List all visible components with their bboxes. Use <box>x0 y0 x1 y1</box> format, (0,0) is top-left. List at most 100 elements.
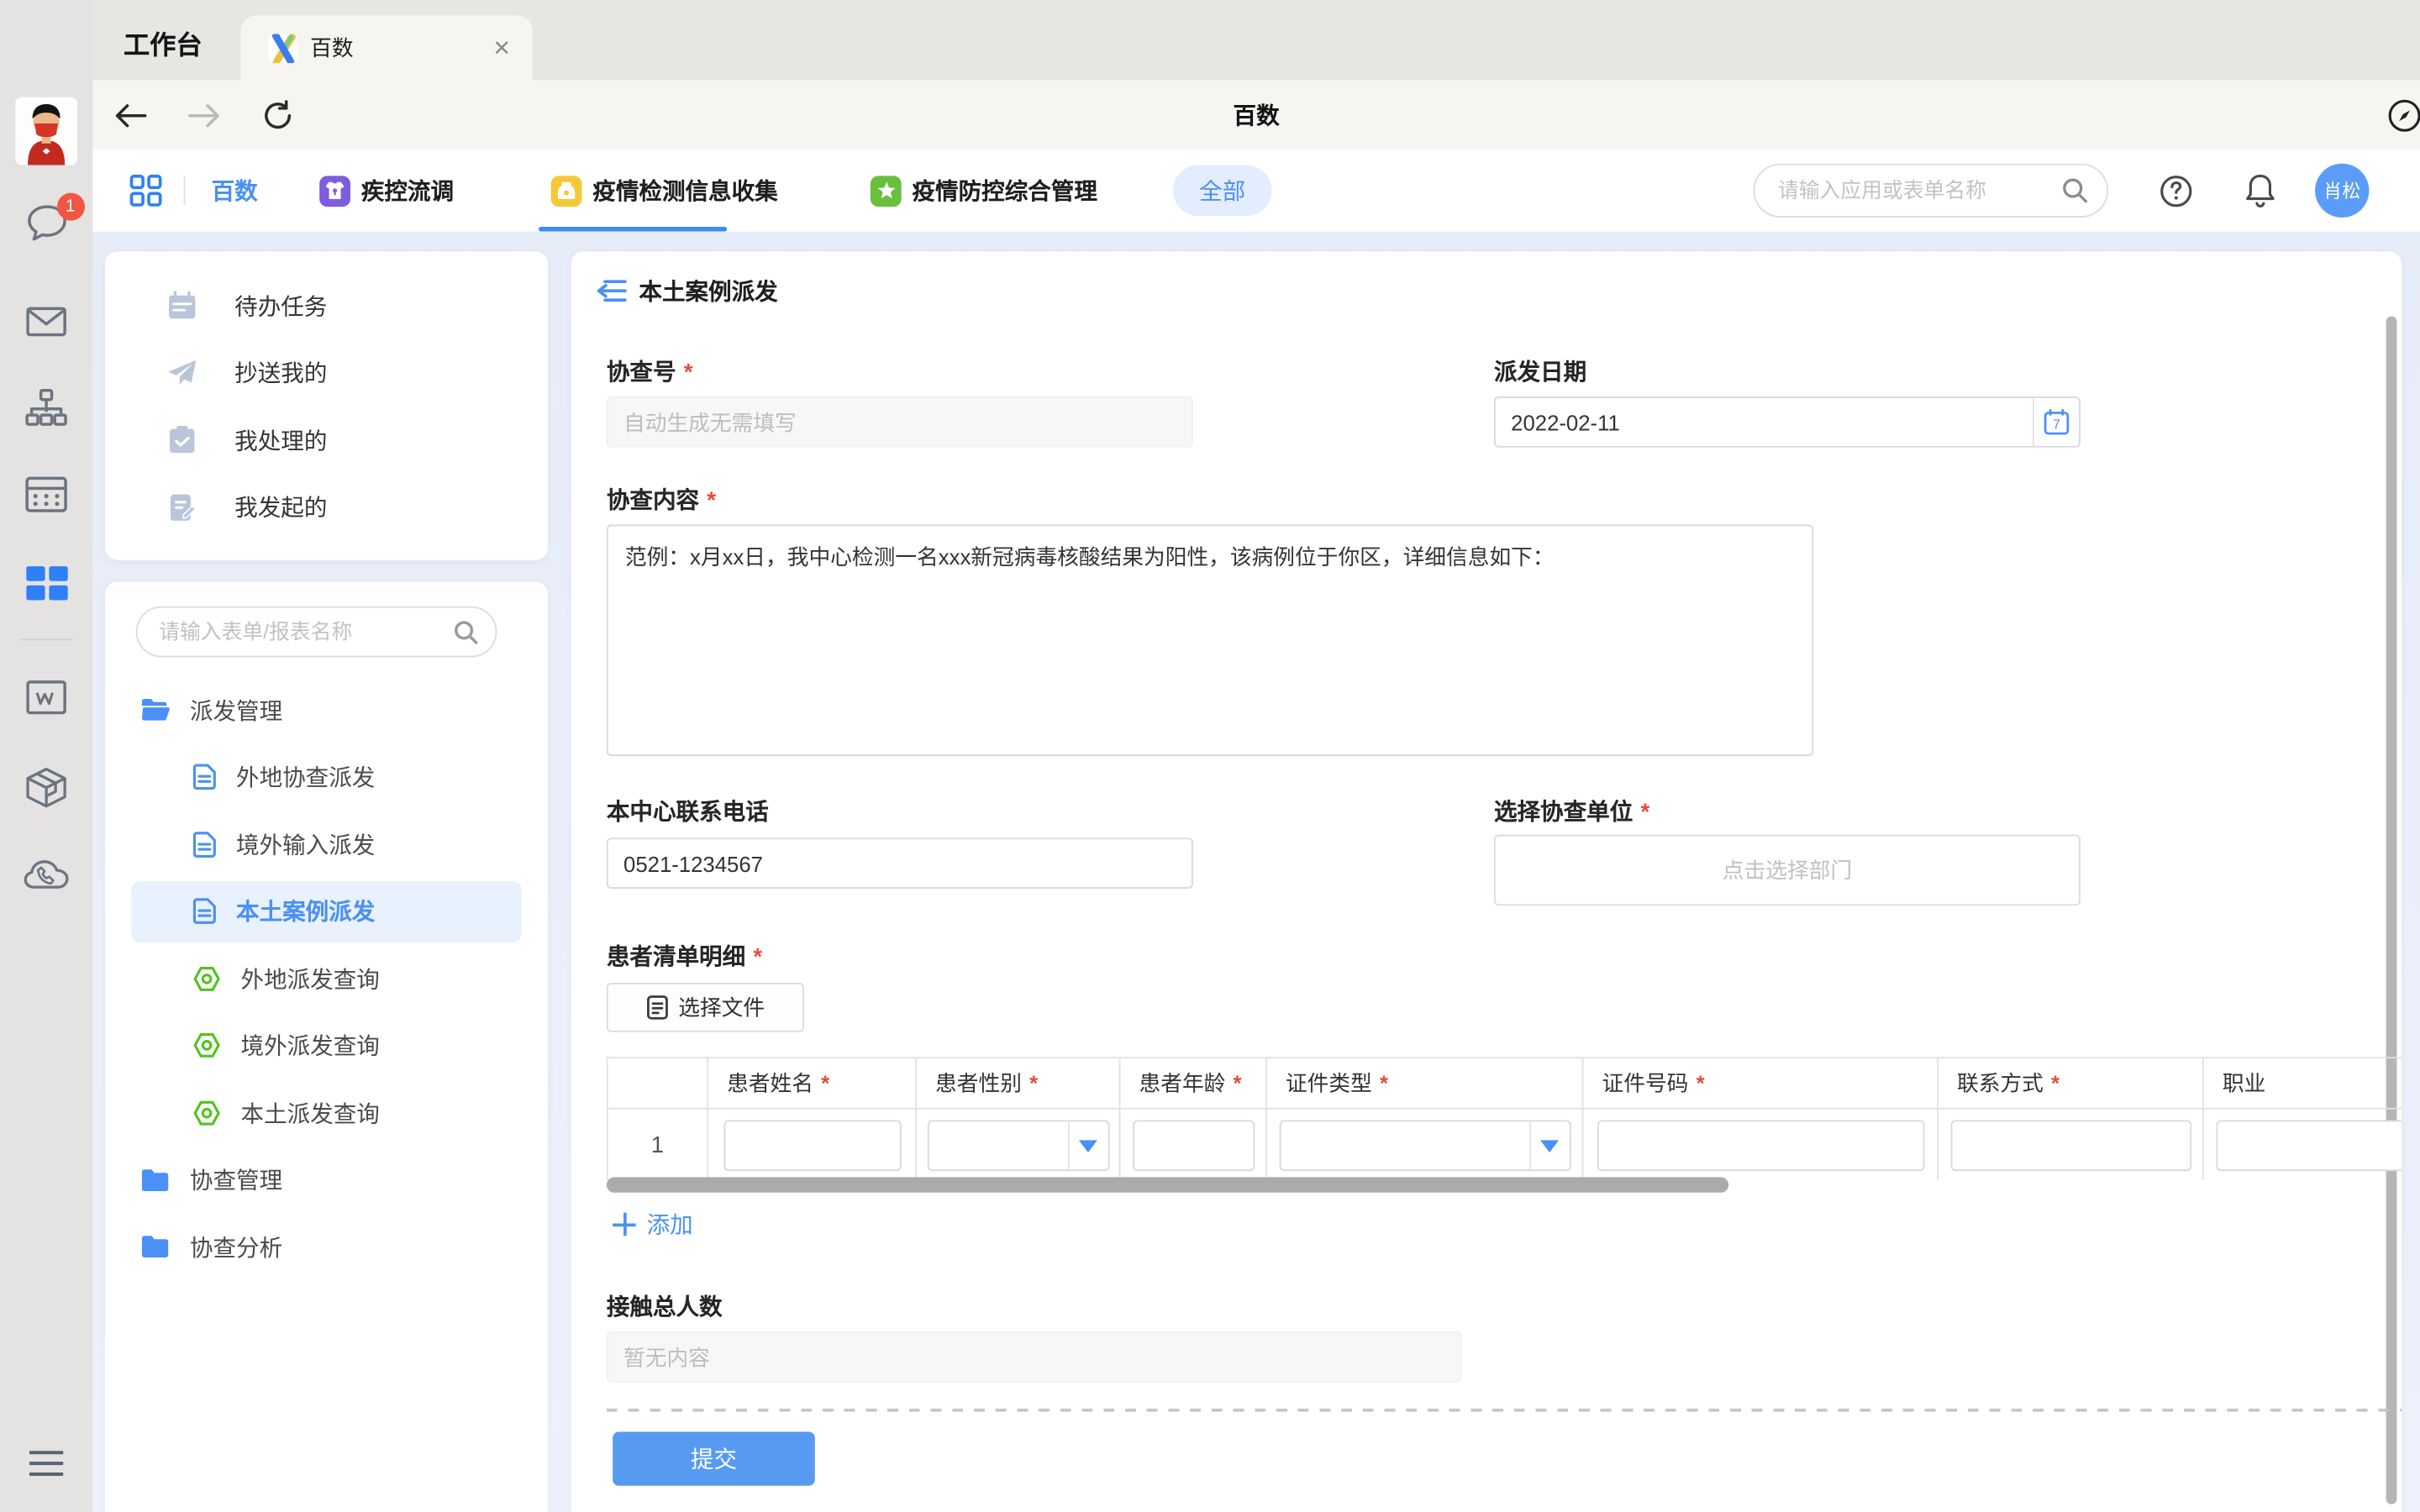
date-picker-button[interactable]: 7 <box>2033 398 2079 446</box>
section-dashed-divider <box>607 1409 2402 1412</box>
submit-button[interactable]: 提交 <box>613 1431 815 1485</box>
tab-disease-control[interactable]: 疾控流调 <box>319 150 454 231</box>
back-icon[interactable] <box>103 81 155 150</box>
dispatch-date-field[interactable]: 2022-02-11 7 <box>1494 396 2081 448</box>
forward-icon[interactable] <box>177 81 229 150</box>
field-label-select-unit: 选择协查单位* <box>1494 795 1649 827</box>
select-department-box[interactable]: 点击选择部门 <box>1494 835 2081 906</box>
user-photo-avatar[interactable] <box>0 97 92 165</box>
page-title: 百数 <box>92 81 2420 150</box>
tree-item-jingwai-query[interactable]: 境外派发查询 <box>131 1015 522 1076</box>
tree-item-waidi-query[interactable]: 外地派发查询 <box>131 948 522 1009</box>
cube-icon[interactable] <box>0 765 92 808</box>
menu-item-processed[interactable]: 我处理的 <box>105 406 548 474</box>
tree-label: 境外输入派发 <box>236 827 375 860</box>
header-patient-age: 患者年龄* <box>1120 1058 1266 1110</box>
tree-item-bentu-anli-selected[interactable]: 本土案例派发 <box>131 880 522 942</box>
paper-plane-icon <box>166 357 197 388</box>
form-tree-panel: 派发管理 外地协查派发 境外输入派发 <box>105 581 548 1512</box>
patient-gender-select[interactable] <box>927 1120 1109 1171</box>
total-contacts-input[interactable] <box>607 1331 1462 1383</box>
id-number-input[interactable] <box>1597 1120 1923 1171</box>
notification-bell-icon[interactable] <box>2241 150 2278 231</box>
window-tab-title: 百数 <box>310 33 353 64</box>
header-patient-gender: 患者性别* <box>917 1058 1120 1110</box>
occupation-input[interactable] <box>2217 1120 2402 1171</box>
calendar-picker-icon: 7 <box>2044 409 2070 435</box>
window-tab[interactable]: 百数 ✕ <box>241 15 533 80</box>
form-doc-icon <box>193 898 217 924</box>
workspace-title: 工作台 <box>124 24 203 62</box>
org-chart-icon[interactable] <box>0 389 92 429</box>
app-search-input[interactable] <box>1778 179 2062 202</box>
workbench-grid-icon[interactable] <box>0 563 92 603</box>
field-label-patient-list: 患者清单明细* <box>607 940 762 973</box>
vertical-scrollbar[interactable] <box>2386 317 2397 1504</box>
rail-divider <box>0 638 92 640</box>
header-occupation: 职业 <box>2204 1058 2402 1110</box>
nav-divider <box>184 176 186 205</box>
patient-age-input[interactable] <box>1132 1120 1254 1171</box>
hamburger-menu-icon[interactable] <box>0 1444 92 1481</box>
mail-icon[interactable] <box>0 302 92 339</box>
report-hexagon-icon <box>193 1032 221 1058</box>
contact-input[interactable] <box>1950 1120 2191 1171</box>
menu-item-todo[interactable]: 待办任务 <box>105 271 548 339</box>
tree-item-jingwai-shuru[interactable]: 境外输入派发 <box>131 813 522 874</box>
menu-item-cc-me[interactable]: 抄送我的 <box>105 339 548 407</box>
doc-pen-icon <box>166 491 197 522</box>
required-asterisk: * <box>684 360 693 386</box>
tree-label: 外地派发查询 <box>241 962 380 995</box>
tree-search-input[interactable] <box>159 620 454 643</box>
choose-file-button[interactable]: 选择文件 <box>607 983 804 1032</box>
tab-label: 疫情检测信息收集 <box>592 175 777 207</box>
horizontal-scrollbar[interactable] <box>607 1177 1728 1192</box>
app-search-box[interactable] <box>1754 164 2108 218</box>
tree-label: 协查管理 <box>190 1163 282 1196</box>
choose-file-label: 选择文件 <box>678 992 765 1023</box>
field-label-total-contacts: 接触总人数 <box>607 1290 723 1323</box>
apps-grid-icon[interactable] <box>129 150 162 231</box>
menu-item-label: 我处理的 <box>234 423 327 456</box>
menu-item-initiated[interactable]: 我发起的 <box>105 473 548 541</box>
tree-search-box[interactable] <box>136 606 497 658</box>
tree-folder-dispatch-mgmt[interactable]: 派发管理 <box>131 679 522 740</box>
nav-home-baishu[interactable]: 百数 <box>212 150 258 231</box>
svg-text:7: 7 <box>2053 418 2060 433</box>
screen: 1 <box>0 0 2420 1512</box>
tree-folder-xiecha-analysis[interactable]: 协查分析 <box>131 1215 522 1277</box>
all-apps-pill[interactable]: 全部 <box>1173 165 1272 217</box>
tab-close-icon[interactable]: ✕ <box>492 34 511 60</box>
document-w-icon[interactable] <box>0 679 92 716</box>
cloud-call-icon[interactable] <box>0 853 92 894</box>
closed-folder-icon <box>140 1167 170 1191</box>
tab-label: 疫情防控综合管理 <box>913 175 1097 207</box>
menu-item-label: 待办任务 <box>234 289 327 322</box>
compass-icon[interactable] <box>2378 81 2420 150</box>
center-phone-input[interactable] <box>607 837 1193 889</box>
tab-epidemic-test-info[interactable]: 疫情检测信息收集 <box>551 150 778 231</box>
field-label-center-phone: 本中心联系电话 <box>607 795 769 827</box>
tab-epidemic-prevention[interactable]: 疫情防控综合管理 <box>871 150 1097 231</box>
add-row-link[interactable]: 添加 <box>613 1208 693 1241</box>
xiechahao-input[interactable] <box>607 396 1193 448</box>
window-titlebar: 工作台 百数 ✕ <box>92 0 2420 81</box>
patient-name-input[interactable] <box>723 1120 901 1171</box>
tree-item-waidi-xiecha[interactable]: 外地协查派发 <box>131 746 522 807</box>
calendar-icon[interactable] <box>0 474 92 514</box>
dropdown-segment <box>1528 1121 1569 1169</box>
header-patient-name: 患者姓名* <box>708 1058 917 1110</box>
tree-item-bentu-query[interactable]: 本土派发查询 <box>131 1082 522 1143</box>
user-avatar[interactable]: 肖松 <box>2315 164 2369 218</box>
tree-label: 境外派发查询 <box>241 1029 380 1062</box>
refresh-icon[interactable] <box>251 81 303 150</box>
chat-icon[interactable]: 1 <box>0 201 92 244</box>
row-index: 1 <box>608 1110 708 1180</box>
tree-folder-xiecha-mgmt[interactable]: 协查管理 <box>131 1148 522 1210</box>
clipboard-check-icon <box>166 424 197 455</box>
xiecha-content-textarea[interactable]: 范例：x月xx日，我中心检测一名xxx新冠病毒核酸结果为阳性，该病例位于你区，详… <box>607 524 1813 756</box>
id-type-select[interactable] <box>1279 1120 1570 1171</box>
help-icon[interactable] <box>2160 150 2193 231</box>
collapse-back-icon[interactable] <box>597 279 627 302</box>
browser-toolbar: 百数 <box>92 81 2420 150</box>
